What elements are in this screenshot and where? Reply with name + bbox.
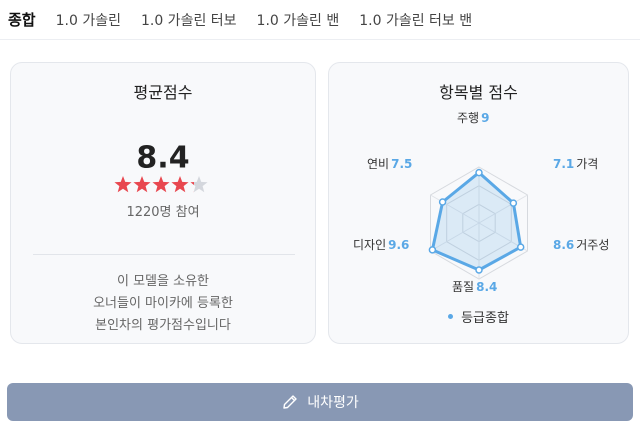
tab-gasoline[interactable]: 1.0 가솔린 (56, 10, 121, 30)
description-line: 이 모델을 소유한 (117, 274, 209, 289)
category-label-quality: 품질 8.4 (452, 278, 499, 295)
category-name: 연비 (367, 157, 390, 171)
category-name: 거주성 (576, 238, 610, 252)
category-name: 주행 (457, 111, 480, 125)
tab-gasoline-van[interactable]: 1.0 가솔린 밴 (257, 10, 340, 30)
tab-overall[interactable]: 종합 (8, 9, 36, 30)
category-label-price: 7.1 가격 (551, 155, 598, 172)
average-score-title: 평균점수 (133, 83, 193, 102)
description-line: 오너들이 마이카에 등록한 (93, 296, 233, 311)
pencil-icon (283, 395, 297, 409)
star-rating (11, 175, 315, 195)
star-icon (133, 176, 151, 193)
average-score-card: 평균점수 8.4 1220명 참여 이 모델을 소유한 오너들이 마이카에 등록… (10, 62, 316, 344)
category-label-fuel: 연비 7.5 (367, 155, 414, 172)
legend-label: 등급종합 (461, 311, 509, 326)
star-rating-icons (114, 176, 208, 193)
divider (33, 254, 295, 255)
legend-dot-icon (448, 314, 454, 319)
category-value: 8.6 (553, 238, 575, 252)
category-value: 8.4 (476, 280, 498, 294)
radar-point (516, 243, 525, 251)
radar-point (509, 199, 518, 207)
radar-point (428, 246, 437, 254)
tab-gasoline-turbo-van[interactable]: 1.0 가솔린 터보 밴 (359, 10, 472, 30)
radar-point (438, 198, 447, 206)
star-icon (114, 176, 132, 193)
category-value: 7.5 (391, 157, 413, 171)
category-value: 9 (481, 111, 490, 125)
star-icon (171, 176, 189, 193)
radar-series-area (430, 171, 523, 272)
star-icon (152, 176, 170, 193)
rate-my-car-label: 내차평가 (307, 395, 359, 411)
category-name: 품질 (452, 280, 475, 294)
category-value: 9.6 (388, 238, 410, 252)
average-score-value: 8.4 (136, 140, 190, 176)
radar-point (475, 168, 483, 177)
category-label-livability: 8.6 거주성 (551, 236, 609, 253)
category-value: 7.1 (553, 157, 575, 171)
star-icon (190, 176, 208, 193)
model-tabs: 종합 1.0 가솔린 1.0 가솔린 터보 1.0 가솔린 밴 1.0 가솔린 … (0, 0, 640, 40)
rate-my-car-button[interactable]: 내차평가 (7, 383, 633, 421)
category-name: 가격 (576, 157, 599, 171)
radar-legend: 등급종합 (329, 307, 628, 326)
radar-point (475, 266, 483, 274)
tab-gasoline-turbo[interactable]: 1.0 가솔린 터보 (141, 10, 237, 30)
score-description: 이 모델을 소유한 오너들이 마이카에 등록한 본인차의 평가점수입니다 (11, 271, 315, 337)
description-line: 본인차의 평가점수입니다 (95, 318, 231, 333)
category-name: 디자인 (353, 238, 387, 252)
radar-chart (428, 166, 528, 280)
category-label-driving: 주행 9 (457, 109, 491, 126)
category-score-card: 항목별 점수 주행 9 7.1 가격 8.6 거주성 품질 8.4 디자인 9.6 연비 7… (328, 62, 629, 344)
participant-count: 1220명 참여 (126, 205, 200, 220)
category-label-design: 디자인 9.6 (353, 236, 411, 253)
